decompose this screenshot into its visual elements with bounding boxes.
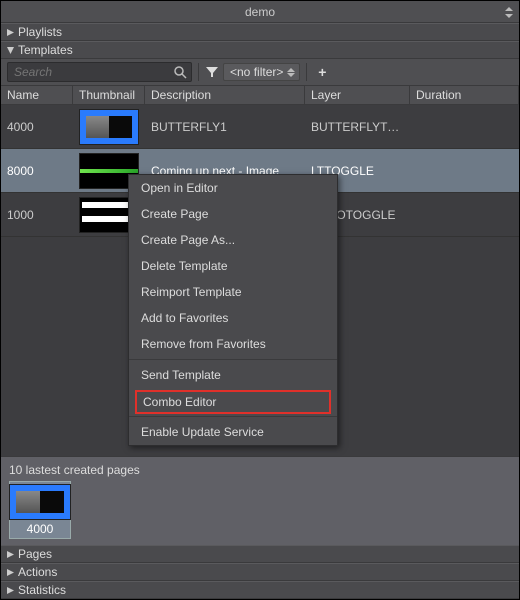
add-button[interactable]: + (313, 63, 331, 81)
cell-thumbnail (73, 109, 145, 145)
filter-icon (205, 65, 219, 79)
menu-item[interactable]: Create Page (129, 201, 337, 227)
recent-page-caption: 4000 (27, 522, 54, 536)
window-drag-handle[interactable] (503, 1, 515, 23)
table-row[interactable]: 4000 BUTTERFLY1BUTTERFLYTO... (1, 105, 519, 149)
search-icon (173, 65, 187, 79)
section-label: Actions (18, 565, 57, 579)
chevron-up-icon (505, 7, 513, 11)
section-label: Playlists (18, 25, 62, 39)
section-label: Statistics (18, 583, 66, 597)
col-description[interactable]: Description (145, 85, 305, 105)
recent-pages-label: 10 lastest created pages (9, 461, 511, 481)
app-window: demo Playlists Templates (0, 0, 520, 600)
window-title: demo (245, 5, 275, 19)
section-label: Templates (18, 43, 73, 57)
cell-layer: BUTTERFLYTO... (305, 120, 410, 134)
menu-item[interactable]: Add to Favorites (129, 305, 337, 331)
menu-item[interactable]: Send Template (129, 362, 337, 388)
filter-control[interactable]: <no filter> (205, 62, 300, 82)
menu-item[interactable]: Delete Template (129, 253, 337, 279)
menu-item[interactable]: Combo Editor (135, 390, 331, 414)
menu-item[interactable]: Remove from Favorites (129, 331, 337, 357)
cell-name: 1000 (1, 208, 73, 222)
filter-value: <no filter> (230, 65, 283, 79)
cell-description: BUTTERFLY1 (145, 120, 305, 134)
recent-page-item[interactable]: 4000 (9, 481, 71, 539)
section-playlists[interactable]: Playlists (1, 23, 519, 41)
cell-name: 8000 (1, 164, 73, 178)
col-name[interactable]: Name (1, 85, 73, 105)
cell-name: 4000 (1, 120, 73, 134)
context-menu: Open in EditorCreate PageCreate Page As.… (128, 174, 338, 446)
recent-pages-panel: 10 lastest created pages 4000 (1, 456, 519, 545)
section-templates[interactable]: Templates (1, 41, 519, 59)
menu-item[interactable]: Enable Update Service (129, 419, 337, 445)
separator (306, 63, 307, 81)
spinner-icon (287, 68, 295, 77)
col-duration[interactable]: Duration (410, 85, 519, 105)
menu-item[interactable]: Open in Editor (129, 175, 337, 201)
col-layer[interactable]: Layer (305, 85, 410, 105)
section-statistics[interactable]: Statistics (1, 581, 519, 599)
caret-right-icon (7, 29, 14, 36)
recent-pages-items: 4000 (9, 481, 511, 545)
section-label: Pages (18, 547, 52, 561)
chevron-down-icon (505, 14, 513, 18)
caret-right-icon (7, 587, 14, 594)
search-box[interactable] (7, 62, 192, 82)
search-input[interactable] (12, 64, 173, 80)
section-pages[interactable]: Pages (1, 545, 519, 563)
menu-item[interactable]: Create Page As... (129, 227, 337, 253)
menu-item[interactable]: Reimport Template (129, 279, 337, 305)
titlebar: demo (1, 1, 519, 23)
caret-right-icon (7, 551, 14, 558)
col-thumbnail[interactable]: Thumbnail (73, 85, 145, 105)
filter-dropdown[interactable]: <no filter> (223, 63, 300, 81)
caret-right-icon (7, 569, 14, 576)
section-actions[interactable]: Actions (1, 563, 519, 581)
caret-down-icon (7, 47, 14, 54)
separator (198, 63, 199, 81)
column-headers: Name Thumbnail Description Layer Duratio… (1, 85, 519, 105)
templates-toolbar: <no filter> + (1, 59, 519, 85)
plus-icon: + (318, 64, 326, 80)
